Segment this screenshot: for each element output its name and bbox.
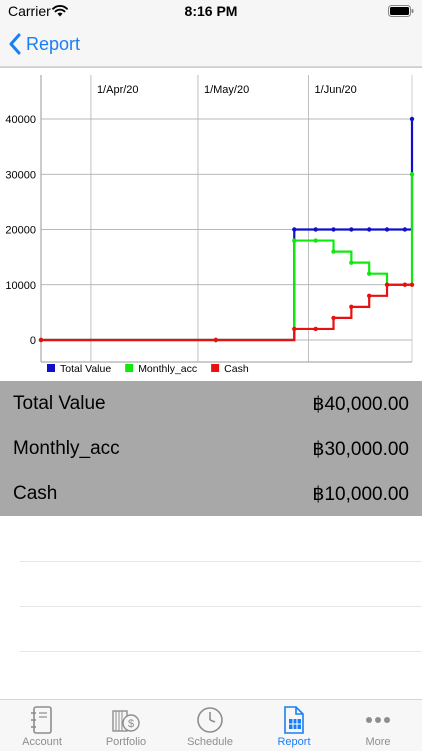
data-point-cash: [402, 282, 408, 287]
data-point-total-value: [366, 227, 372, 232]
summary-row-cash: Cash ฿10,000.00: [0, 471, 422, 516]
tab-label: Schedule: [187, 736, 233, 748]
legend-label: Cash: [224, 363, 249, 375]
legend-swatch: [125, 364, 134, 372]
report-icon: [284, 706, 304, 734]
y-tick-label: 30000: [5, 169, 36, 181]
data-point-total-value: [384, 227, 390, 232]
data-point-cash: [213, 337, 218, 343]
data-point-monthly-acc: [292, 238, 297, 243]
tab-bar: Account $ Portfolio Schedule Report More: [0, 699, 422, 751]
summary-panel: Total Value ฿40,000.00 Monthly_acc ฿30,0…: [0, 381, 422, 516]
data-point-total-value: [349, 227, 354, 232]
tab-schedule[interactable]: Schedule: [168, 700, 252, 751]
data-point-monthly-acc: [349, 260, 354, 265]
clock-icon: [197, 707, 223, 733]
tab-label: Account: [22, 736, 62, 748]
legend-label: Total Value: [60, 363, 111, 375]
navigation-bar: Report: [0, 22, 422, 67]
back-button[interactable]: Report: [8, 31, 80, 57]
data-point-monthly-acc: [366, 271, 372, 276]
data-point-cash: [366, 293, 372, 298]
data-point-cash: [292, 326, 297, 332]
data-point-cash: [409, 282, 415, 287]
tab-more[interactable]: More: [336, 700, 420, 751]
data-point-total-value: [331, 227, 336, 232]
data-point-monthly-acc: [409, 172, 415, 177]
summary-label: Cash: [13, 483, 58, 504]
y-tick-label: 0: [30, 335, 36, 347]
list-separator: [20, 561, 422, 562]
summary-value: ฿40,000.00: [312, 394, 409, 415]
tab-report[interactable]: Report: [252, 700, 336, 751]
data-point-monthly-acc: [331, 249, 336, 254]
money-icon: $: [112, 710, 140, 732]
data-point-monthly-acc: [313, 238, 318, 243]
summary-row-total-value: Total Value ฿40,000.00: [0, 381, 422, 426]
notebook-icon: [31, 706, 52, 734]
status-bar: Carrier 8:16 PM: [0, 0, 422, 22]
summary-label: Monthly_acc: [13, 438, 120, 459]
x-tick-label: 1/Apr/20: [97, 84, 139, 96]
data-point-cash: [313, 326, 318, 332]
data-point-total-value: [402, 227, 408, 232]
data-point-cash: [331, 315, 336, 321]
chevron-left-icon: [9, 33, 21, 55]
line-chart: 0 10000 20000 30000 40000 1/Apr/20 1/May/20 1/J…: [0, 67, 422, 375]
y-tick-label: 40000: [5, 114, 36, 126]
battery-icon: [388, 5, 414, 17]
summary-label: Total Value: [13, 393, 106, 414]
data-point-cash: [38, 337, 44, 343]
tab-label: Portfolio: [105, 736, 147, 748]
more-icon: [366, 717, 390, 723]
x-tick-label: 1/Jun/20: [315, 84, 357, 96]
summary-row-monthly-acc: Monthly_acc ฿30,000.00: [0, 426, 422, 471]
data-point-total-value: [313, 227, 318, 232]
svg-text:$: $: [128, 718, 134, 730]
summary-value: ฿10,000.00: [312, 484, 409, 505]
report-chart: 0 10000 20000 30000 40000 1/Apr/20 1/May/20 1/J…: [0, 67, 422, 380]
tab-account[interactable]: Account: [0, 700, 84, 751]
status-time: 8:16 PM: [184, 3, 238, 19]
series-line-cash: [41, 283, 412, 342]
summary-value: ฿30,000.00: [312, 439, 409, 460]
series-line-monthly-acc: [41, 174, 414, 342]
tab-portfolio[interactable]: $ Portfolio: [84, 700, 168, 751]
y-tick-label: 20000: [5, 225, 36, 237]
legend-swatch: [211, 364, 220, 372]
legend-label: Monthly_acc: [138, 363, 197, 375]
data-point-cash: [349, 304, 354, 310]
legend-swatch: [47, 364, 55, 372]
x-tick-label: 1/May/20: [204, 84, 249, 96]
data-point-total-value: [292, 227, 297, 232]
data-point-total-value: [409, 116, 415, 122]
data-point-cash: [384, 282, 390, 287]
tab-label: More: [365, 736, 391, 748]
tab-label: Report: [277, 736, 311, 748]
list-separator: [20, 606, 422, 607]
y-tick-label: 10000: [5, 280, 36, 292]
list-separator: [20, 651, 422, 652]
back-label: Report: [26, 33, 81, 54]
